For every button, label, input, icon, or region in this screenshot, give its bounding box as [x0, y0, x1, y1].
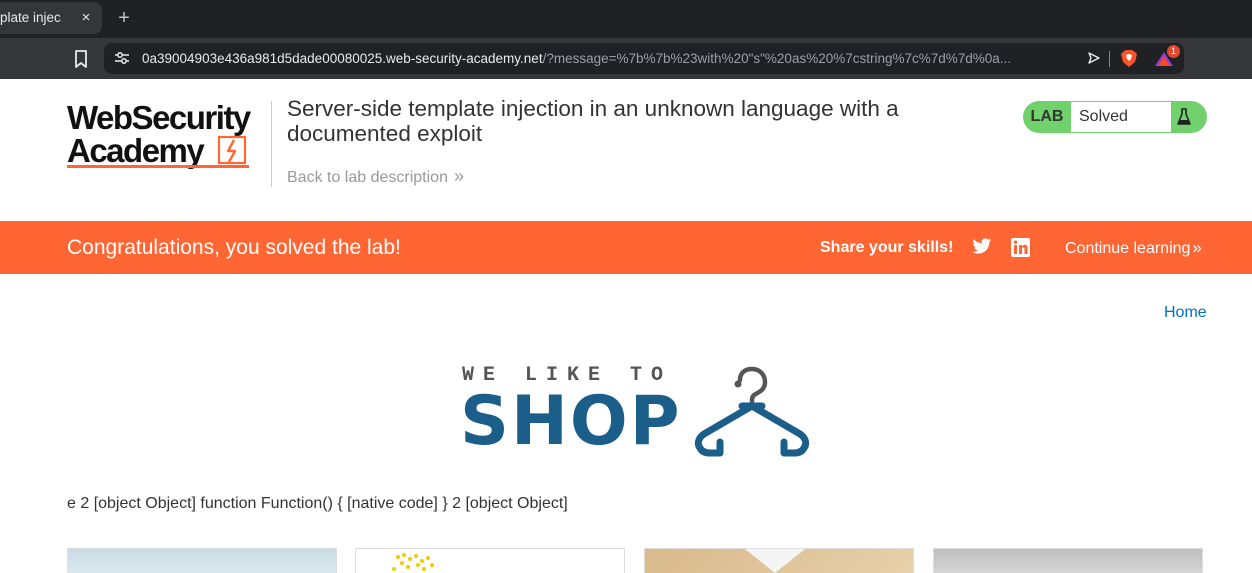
back-to-lab-description-link[interactable]: Back to lab description » [287, 166, 464, 187]
rewards-badge: 1 [1167, 45, 1180, 58]
logo-bolt-icon [217, 135, 247, 165]
url-host: 0a39004903e436a981d5dade00080025.web-sec… [142, 51, 543, 66]
url-path: /?message=%7b%7b%23with%20"s"%20as%20%7c… [542, 51, 1012, 66]
home-link[interactable]: Home [1164, 304, 1207, 322]
product-card-image[interactable] [644, 548, 914, 573]
address-bar[interactable]: 0a39004903e436a981d5dade00080025.web-sec… [104, 43, 1184, 74]
lab-status-text: Solved [1071, 102, 1171, 132]
product-card-image[interactable] [355, 548, 625, 573]
site-info-icon[interactable] [114, 50, 130, 66]
product-grid [67, 548, 1203, 573]
academy-header: WebSecurity Academy Server-side template… [0, 79, 1252, 221]
continue-learning-link[interactable]: Continue learning» [1065, 221, 1202, 275]
chevron-right-icon: » [1192, 238, 1202, 257]
template-injection-output: e 2 [object Object] function Function() … [67, 495, 568, 512]
solved-notification-banner: Congratulations, you solved the lab! Sha… [0, 221, 1252, 274]
product-card-image[interactable] [933, 548, 1203, 573]
lab-tag: LAB [1030, 108, 1064, 125]
lab-title: Server-side template injection in an unk… [287, 96, 899, 146]
tab-close-icon[interactable]: × [78, 2, 94, 34]
new-tab-button[interactable]: + [114, 6, 134, 30]
clothes-hanger-icon [694, 366, 810, 457]
shop-logo: WE LIKE TO SHOP [460, 364, 820, 460]
share-send-icon[interactable] [1087, 51, 1101, 65]
academy-logo[interactable]: WebSecurity Academy [67, 99, 267, 171]
back-link-label: Back to lab description [287, 169, 448, 186]
linkedin-icon[interactable] [1011, 238, 1030, 257]
bookmark-icon[interactable] [72, 48, 90, 70]
product-image-shape [745, 549, 805, 573]
chevron-right-icon: » [453, 166, 464, 186]
logo-underline [67, 165, 249, 168]
shop-wordmark: SHOP [460, 382, 682, 461]
continue-learning-label: Continue learning [1065, 240, 1191, 257]
brave-shields-icon[interactable] [1120, 49, 1138, 68]
url-text[interactable]: 0a39004903e436a981d5dade00080025.web-sec… [142, 43, 1077, 74]
product-image-dots [392, 553, 434, 571]
omnibox-separator [1109, 51, 1110, 67]
share-skills-label: Share your skills! [820, 239, 954, 256]
browser-tab[interactable]: plate injec × [0, 2, 102, 34]
flask-icon [1177, 108, 1191, 125]
browser-toolbar: 0a39004903e436a981d5dade00080025.web-sec… [0, 38, 1252, 79]
product-card-image[interactable] [67, 548, 337, 573]
tab-title: plate injec [0, 2, 72, 34]
congratulations-message: Congratulations, you solved the lab! [67, 236, 401, 259]
browser-tab-bar: plate injec × + [0, 0, 1252, 38]
header-divider [271, 101, 272, 187]
twitter-icon[interactable] [972, 238, 992, 255]
lab-status-widget: LAB Solved [1023, 101, 1207, 133]
